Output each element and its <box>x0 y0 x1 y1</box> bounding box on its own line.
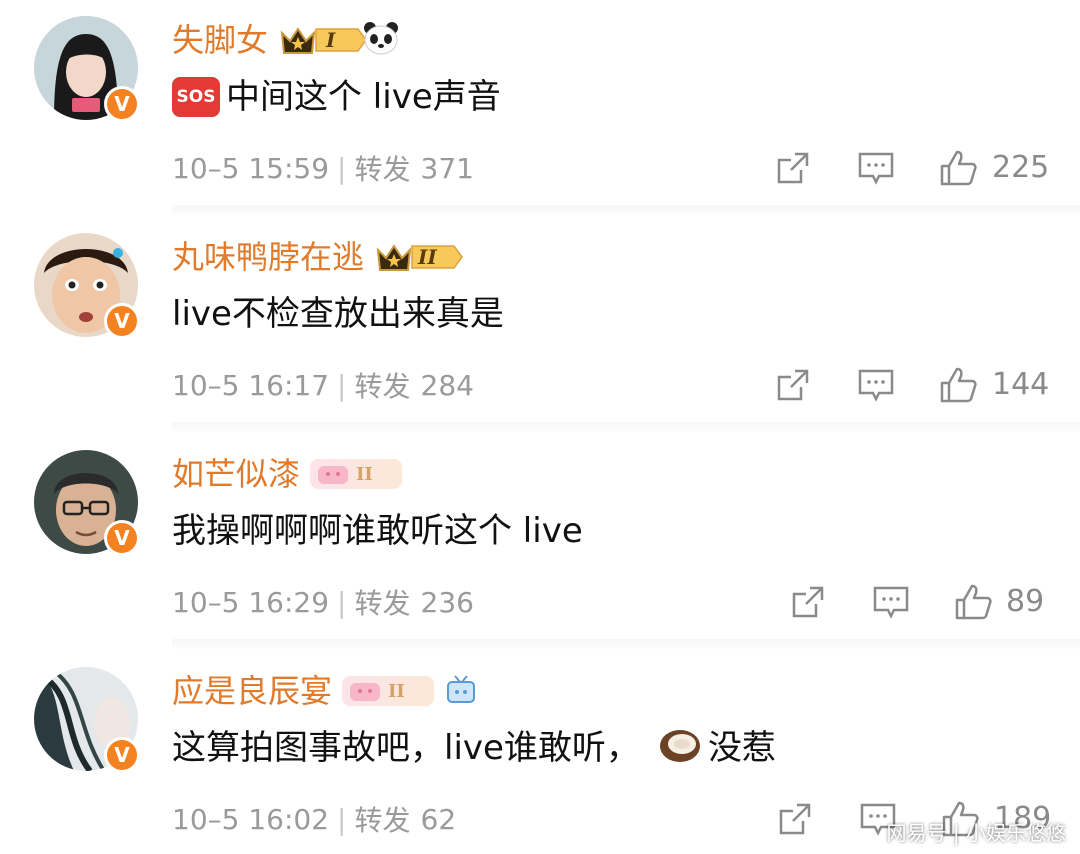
username[interactable]: 失脚女 <box>172 18 268 62</box>
verified-badge-icon: V <box>104 737 140 773</box>
level-badge-label: II <box>388 680 405 702</box>
avatar[interactable]: V <box>34 450 140 556</box>
repost-label[interactable]: 转发 <box>354 582 410 622</box>
like-icon[interactable] <box>938 146 978 190</box>
divider <box>172 639 1080 649</box>
repost-label[interactable]: 转发 <box>354 365 410 405</box>
comment-icon[interactable] <box>871 580 911 624</box>
level-badge-label: II <box>418 245 437 269</box>
repost-count: 371 <box>420 151 474 185</box>
verified-badge-icon: V <box>104 520 140 556</box>
like-count: 225 <box>992 150 1050 185</box>
like-icon[interactable] <box>938 363 978 407</box>
username[interactable]: 丸味鸭脖在逃 <box>172 235 364 279</box>
comment-icon[interactable] <box>856 146 896 190</box>
share-icon[interactable] <box>773 146 813 190</box>
level-badge-label: I <box>326 28 336 52</box>
tv-icon <box>444 672 478 710</box>
comment-text: 中间这个 live声音 <box>226 77 501 117</box>
like-count: 144 <box>992 367 1050 402</box>
divider <box>172 422 1080 432</box>
panda-icon <box>361 20 401 60</box>
sos-emoji-icon: SOS <box>172 77 220 117</box>
level-badge-icon: II <box>374 240 483 274</box>
avatar[interactable]: V <box>34 667 140 773</box>
verified-badge-icon: V <box>104 86 140 122</box>
comment-icon[interactable] <box>856 363 896 407</box>
level-badge-icon: II <box>342 676 435 706</box>
username[interactable]: 如芒似漆 <box>172 452 300 496</box>
verified-badge-icon: V <box>104 303 140 339</box>
like-icon[interactable] <box>953 580 993 624</box>
comment-text: 这算拍图事故吧，live谁敢听， <box>172 728 640 768</box>
share-icon[interactable] <box>775 797 815 841</box>
comment-date: 10–5 15:59 <box>172 151 330 185</box>
divider <box>172 205 1080 215</box>
username[interactable]: 应是良辰宴 <box>172 669 332 713</box>
comment-text: live不检查放出来真是 <box>172 294 504 334</box>
comment-text: 我操啊啊啊谁敢听这个 live <box>172 511 583 551</box>
watermark: 网易号 | 小娱乐悠悠 <box>886 821 1066 845</box>
share-icon[interactable] <box>788 580 828 624</box>
comment-date: 10–5 16:29 <box>172 585 330 619</box>
share-icon[interactable] <box>773 363 813 407</box>
repost-count: 62 <box>420 802 457 836</box>
repost-count: 284 <box>420 368 474 402</box>
avatar[interactable]: V <box>34 233 140 339</box>
repost-count: 236 <box>420 585 474 619</box>
like-count: 89 <box>1006 584 1045 619</box>
level-badge-icon: II <box>310 459 403 489</box>
comment-date: 10–5 16:17 <box>172 368 330 402</box>
repost-label[interactable]: 转发 <box>354 799 410 839</box>
comment-date: 10–5 16:02 <box>172 802 330 836</box>
avatar[interactable]: V <box>34 16 140 122</box>
comment-text-suffix: 没惹 <box>707 728 776 768</box>
level-badge-label: II <box>356 463 373 485</box>
coconut-emoji-icon <box>658 726 702 770</box>
repost-label[interactable]: 转发 <box>354 148 410 188</box>
